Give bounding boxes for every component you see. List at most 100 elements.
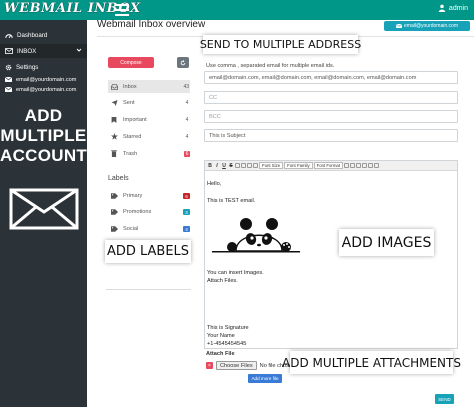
emoji-icon[interactable] (362, 163, 368, 168)
sidebar-item-inbox[interactable]: INBOX (0, 44, 87, 58)
underline-button[interactable]: U (221, 163, 227, 169)
envelope-icon (396, 24, 402, 28)
label-primary[interactable]: Primary 6 (108, 190, 190, 202)
refresh-button[interactable] (177, 57, 189, 68)
folder-count: 4 (185, 99, 189, 106)
folder-count: 4 (185, 133, 189, 140)
folder-sent[interactable]: Sent 4 (108, 96, 190, 109)
choose-files-button[interactable]: Choose Files (216, 361, 257, 370)
user-icon (438, 4, 446, 12)
label-social[interactable]: Social 4 (108, 223, 190, 235)
body-line: Hello, (207, 181, 222, 187)
body-line: This is Signature (207, 325, 249, 331)
image-icon[interactable] (350, 163, 356, 168)
align-justify-icon[interactable] (253, 163, 258, 168)
folder-starred[interactable]: Starred 4 (108, 130, 190, 143)
chevron-down-icon (76, 48, 82, 52)
promo-add-accounts: ADD MULTIPLE ACCOUNTS (0, 106, 99, 166)
speedometer-icon (5, 33, 13, 38)
folder-label: Inbox (123, 83, 137, 90)
sidebar-item-account[interactable]: email@yourdomain.com (0, 75, 87, 84)
align-left-icon[interactable] (235, 163, 240, 168)
bold-button[interactable]: B (207, 163, 213, 169)
sidebar-item-label: Dashboard (17, 31, 48, 39)
folder-label: Starred (123, 133, 142, 140)
tag-icon (110, 226, 118, 232)
label-name: Primary (123, 193, 143, 199)
folder-trash[interactable]: Trash 6 (108, 147, 190, 160)
link-icon[interactable] (344, 163, 350, 168)
body-line: Attach Files. (207, 278, 238, 284)
align-center-icon[interactable] (241, 163, 246, 168)
label-promotions[interactable]: Promotions 3 (108, 206, 190, 218)
label-name: Promotions (123, 209, 152, 215)
add-more-file-button[interactable]: Add more file (248, 374, 282, 383)
sidebar-item-settings[interactable]: Settings (0, 63, 87, 72)
gear-icon (5, 64, 12, 71)
promo-line: MULTIPLE (0, 126, 87, 145)
account-badge[interactable]: email@yourdomain.com (384, 21, 470, 31)
envelope-icon (5, 87, 12, 92)
to-field[interactable]: email@domain.com, email@domain.com, emai… (204, 71, 458, 84)
compose-button[interactable]: Compose (108, 57, 154, 68)
callout-add-labels: ADD LABELS (105, 240, 191, 263)
large-envelope-icon (9, 188, 79, 230)
promo-line: ACCOUNTS (0, 146, 99, 165)
folder-label: Trash (123, 150, 138, 157)
divider (106, 289, 191, 290)
font-size-select[interactable]: Font Size (259, 162, 284, 169)
envelope-icon (5, 48, 13, 54)
top-navbar: WEBMAIL INBOX admin (0, 0, 474, 20)
font-format-select[interactable]: Font Format (313, 162, 344, 169)
labels-heading: Labels (108, 175, 129, 182)
folder-inbox[interactable]: Inbox 43 (108, 80, 190, 93)
folder-label: Sent (123, 99, 135, 106)
cc-field[interactable]: CC (204, 91, 458, 104)
body-line: This is TEST email. (207, 198, 256, 204)
refresh-icon (180, 59, 186, 65)
bcc-field[interactable]: BCC (204, 110, 458, 123)
send-icon (111, 99, 117, 106)
user-menu[interactable]: admin (438, 4, 468, 12)
folder-count: 6 (184, 150, 190, 157)
sidebar: Dashboard INBOX Settings email@yourdomai… (0, 20, 99, 407)
label-name: Social (123, 226, 139, 232)
sidebar-item-dashboard[interactable]: Dashboard (0, 30, 87, 40)
sidebar-item-label: Settings (16, 64, 39, 71)
label-count: 6 (183, 193, 190, 199)
page-title: Webmail Inbox overview (97, 19, 206, 30)
account-badge-label: email@yourdomain.com (404, 23, 458, 29)
panda-image (212, 218, 300, 253)
label-count: 3 (183, 209, 190, 215)
undo-icon[interactable] (368, 163, 374, 168)
promo-line: ADD (24, 106, 63, 125)
menu-toggle-icon[interactable] (115, 4, 129, 16)
body-line: You can insert Images. (207, 270, 264, 276)
strikethrough-button[interactable]: S (228, 163, 234, 169)
user-name: admin (448, 4, 468, 12)
sidebar-item-label: email@yourdomain.com (16, 86, 77, 93)
label-count: 4 (183, 226, 190, 232)
table-icon[interactable] (356, 163, 362, 168)
folder-count: 4 (185, 116, 189, 123)
recipients-hint: Use comma , separated email for multiple… (206, 63, 335, 69)
callout-send-multiple: SEND TO MULTIPLE ADDRESS (200, 35, 361, 54)
sidebar-item-account[interactable]: email@yourdomain.com (0, 85, 87, 94)
callout-add-attachments: ADD MULTIPLE ATTACHMENTS (282, 351, 461, 374)
subject-field[interactable]: This is Subject (204, 129, 458, 142)
star-icon (110, 133, 118, 140)
folder-count: 43 (183, 83, 189, 90)
send-button[interactable]: SEND (435, 394, 454, 404)
tag-icon (110, 209, 118, 215)
font-family-select[interactable]: Font Family (284, 162, 313, 169)
align-right-icon[interactable] (247, 163, 252, 168)
body-line: Your Name (207, 333, 235, 339)
remove-attachment-button[interactable]: × (206, 362, 213, 369)
bookmark-icon (111, 116, 117, 123)
editor-toolbar: B I U S Font Size Font Family Font Forma… (205, 161, 457, 171)
folder-important[interactable]: Important 4 (108, 113, 190, 126)
envelope-icon (5, 77, 12, 82)
italic-button[interactable]: I (214, 163, 220, 169)
redo-icon[interactable] (374, 163, 380, 168)
attach-file-label: Attach File (206, 351, 235, 357)
